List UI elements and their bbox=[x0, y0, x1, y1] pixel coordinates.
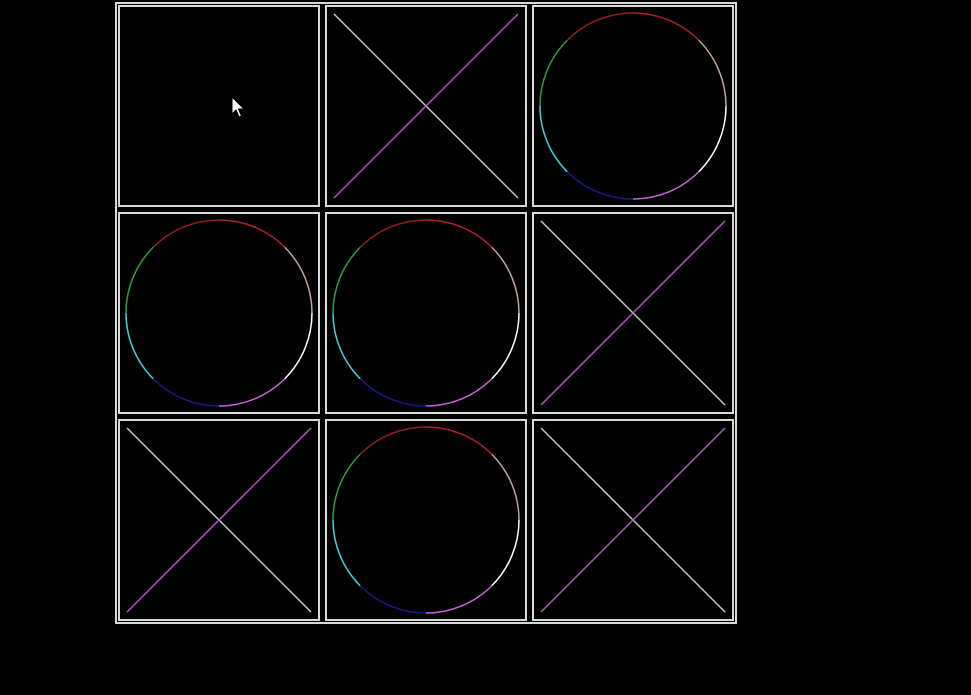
o-arc-segment bbox=[539, 39, 568, 107]
board-cell-2-0[interactable] bbox=[118, 419, 320, 621]
o-arc-segment bbox=[332, 453, 361, 521]
board-cell-0-2[interactable] bbox=[532, 5, 734, 207]
o-arc-segment bbox=[218, 219, 286, 248]
o-arc-segment bbox=[539, 105, 568, 173]
o-arc-segment bbox=[425, 585, 493, 614]
x-mark-icon bbox=[333, 13, 519, 199]
o-arc-segment bbox=[284, 246, 313, 314]
board-cell-0-0[interactable] bbox=[118, 5, 320, 207]
mouse-pointer-icon bbox=[231, 96, 246, 118]
o-arc-segment bbox=[632, 12, 700, 41]
o-arc-segment bbox=[491, 453, 520, 521]
o-arc-segment bbox=[359, 426, 427, 455]
o-arc-segment bbox=[425, 426, 493, 455]
x-mark-icon bbox=[126, 427, 312, 613]
x-mark-icon bbox=[540, 220, 726, 406]
o-mark-icon bbox=[539, 12, 727, 200]
o-arc-segment bbox=[698, 105, 727, 173]
o-arc-segment bbox=[332, 519, 361, 587]
board-cell-2-1[interactable] bbox=[325, 419, 527, 621]
o-arc-segment bbox=[152, 219, 220, 248]
o-arc-segment bbox=[359, 378, 427, 407]
o-arc-segment bbox=[359, 219, 427, 248]
o-arc-segment bbox=[566, 12, 634, 41]
o-arc-segment bbox=[425, 219, 493, 248]
o-arc-segment bbox=[125, 312, 154, 380]
o-arc-segment bbox=[152, 378, 220, 407]
board-cell-1-0[interactable] bbox=[118, 212, 320, 414]
empty-cell-mark bbox=[120, 7, 318, 205]
o-arc-segment bbox=[359, 585, 427, 614]
board-cell-2-2[interactable] bbox=[532, 419, 734, 621]
o-arc-segment bbox=[218, 378, 286, 407]
o-arc-segment bbox=[125, 246, 154, 314]
o-arc-segment bbox=[491, 519, 520, 587]
tic-tac-toe-board bbox=[115, 2, 737, 624]
o-mark-icon bbox=[125, 219, 313, 407]
board-cell-1-2[interactable] bbox=[532, 212, 734, 414]
o-arc-segment bbox=[632, 171, 700, 200]
o-arc-segment bbox=[491, 312, 520, 380]
board-cell-1-1[interactable] bbox=[325, 212, 527, 414]
o-arc-segment bbox=[698, 39, 727, 107]
o-arc-segment bbox=[491, 246, 520, 314]
x-mark-icon bbox=[540, 427, 726, 613]
o-mark-icon bbox=[332, 426, 520, 614]
board-cell-0-1[interactable] bbox=[325, 5, 527, 207]
o-arc-segment bbox=[425, 378, 493, 407]
o-arc-segment bbox=[332, 246, 361, 314]
o-arc-segment bbox=[566, 171, 634, 200]
o-arc-segment bbox=[284, 312, 313, 380]
o-arc-segment bbox=[332, 312, 361, 380]
o-mark-icon bbox=[332, 219, 520, 407]
